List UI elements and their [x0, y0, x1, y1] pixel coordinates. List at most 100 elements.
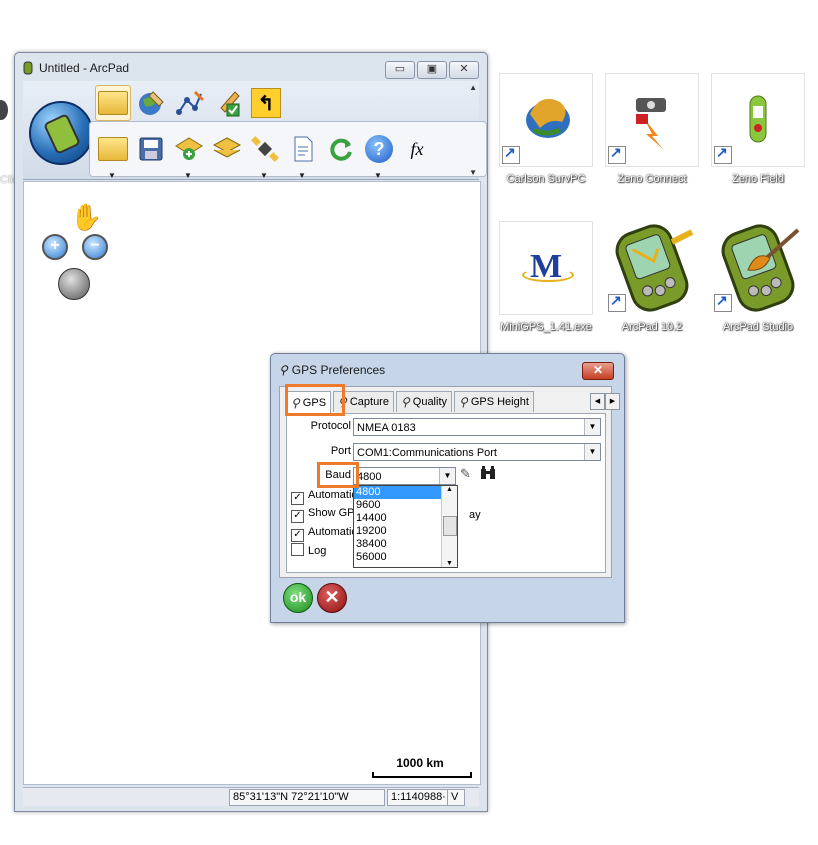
chevron-down-icon[interactable]: ▼	[184, 171, 192, 180]
baud-select[interactable]: 4800 ▼	[353, 467, 456, 485]
toolbar-scroll-up-icon[interactable]: ▲	[469, 83, 477, 92]
baud-value: 4800	[357, 471, 382, 483]
close-button[interactable]: ✕	[449, 61, 479, 79]
chevron-down-icon[interactable]: ▼	[260, 171, 268, 180]
scroll-down-icon[interactable]: ▼	[442, 560, 457, 567]
chevron-down-icon[interactable]: ▼	[108, 171, 116, 180]
checkbox-label: Automatic	[308, 489, 357, 501]
find-gps-binoculars-icon[interactable]	[479, 465, 497, 484]
shortcut-arrow-icon	[502, 144, 520, 164]
scale-bar-label: 1000 km	[396, 756, 444, 770]
baud-label: Baud	[325, 469, 351, 481]
gps-preferences-dialog[interactable]: ⚲ GPS Preferences ✕ ⚲ GPS ⚲ Capture ⚲ Qualit…	[270, 353, 625, 623]
checkbox-show-gps[interactable]: ✓ Show GPS	[291, 507, 362, 523]
toolbar-scroll-down-icon[interactable]: ▼	[469, 168, 477, 177]
undo-icon[interactable]: ↰	[249, 86, 283, 120]
port-value: COM1:Communications Port	[357, 447, 497, 459]
desktop-icon-arcpad[interactable]: ArcPad 10.2	[604, 221, 700, 333]
add-layer-icon[interactable]: ▼	[172, 132, 206, 180]
gps-debug-icon[interactable]: ✎	[460, 466, 471, 482]
ok-button[interactable]: ok	[283, 583, 313, 613]
checkbox-log[interactable]: Log	[291, 543, 326, 557]
document-icon[interactable]: ▼	[286, 132, 320, 180]
protocol-select[interactable]: NMEA 0183 ▼	[353, 418, 601, 436]
help-glyph: ?	[365, 135, 393, 163]
help-icon[interactable]: ? ▼	[362, 132, 396, 180]
pencil-check-icon[interactable]	[211, 86, 245, 120]
port-label: Port	[330, 445, 351, 457]
carlson-survpc-icon	[499, 73, 593, 167]
chevron-down-icon[interactable]: ▼	[374, 171, 382, 180]
tab-label: GPS Height	[470, 396, 529, 408]
arcpad-menu-orb[interactable]	[29, 101, 93, 165]
quality-tab-icon: ⚲	[400, 395, 410, 409]
fx-glyph: fx	[410, 138, 424, 159]
main-toolbar: ↰ ▼ ▼ ▼ ▼ ? ▼ fx ▲ ▼	[23, 81, 487, 180]
desktop-icon-carlson-survpc[interactable]: Carlson SurvPC	[498, 73, 594, 185]
scroll-up-icon[interactable]: ▲	[442, 486, 457, 493]
tab-gps-height[interactable]: ⚲ GPS Height	[454, 391, 534, 412]
dialog-title: GPS Preferences	[291, 363, 386, 377]
expression-icon[interactable]: fx	[400, 132, 434, 166]
shortcut-arrow-icon	[608, 144, 626, 164]
chevron-down-icon[interactable]: ▼	[584, 419, 600, 435]
status-extra: V	[447, 789, 465, 806]
dialog-title-area: ⚲ GPS Preferences	[279, 363, 385, 377]
dialog-body: ⚲ GPS ⚲ Capture ⚲ Quality ⚲ GPS Height ◀ ▶ Pr…	[279, 386, 620, 578]
checkbox-automatic-1[interactable]: ✓ Automatic	[291, 489, 357, 505]
desktop-icon-zeno-field[interactable]: Zeno Field	[710, 73, 806, 185]
scroll-thumb[interactable]	[443, 516, 457, 536]
zeno-connect-icon	[605, 73, 699, 167]
arcpad-studio-icon	[711, 221, 805, 315]
shortcut-arrow-icon	[608, 292, 626, 312]
shortcut-arrow-icon	[714, 144, 732, 164]
gps-satellite-icon: ⚲	[279, 363, 288, 377]
desktop-edge-icon[interactable]	[0, 100, 14, 120]
maximize-button[interactable]: ▣	[417, 61, 447, 79]
layers-icon[interactable]	[210, 132, 244, 166]
baud-dropdown-list[interactable]: 4800 9600 14400 19200 38400 56000 ▲ ▼	[353, 485, 458, 568]
checkbox-label: Automatic	[308, 526, 357, 538]
save-icon[interactable]	[134, 132, 168, 166]
tab-scroll-right-icon[interactable]: ▶	[605, 393, 620, 410]
arcpad-icon	[605, 221, 699, 315]
tab-capture[interactable]: ⚲ Capture	[333, 391, 394, 412]
tab-scroll-left-icon[interactable]: ◀	[590, 393, 605, 410]
desktop-icon-arcpad-studio[interactable]: ArcPad Studio	[710, 221, 806, 333]
toolbar-row-1: ↰	[95, 83, 283, 123]
gps-satellite-icon[interactable]: ▼	[248, 132, 282, 180]
tab-label: Quality	[412, 396, 448, 408]
tab-scroll-buttons: ◀ ▶	[590, 393, 620, 410]
tab-gps[interactable]: ⚲ GPS	[286, 391, 332, 414]
refresh-icon[interactable]	[324, 132, 358, 166]
window-title: Untitled - ArcPad	[39, 61, 130, 75]
desktop-edge-label: Clic	[0, 174, 14, 186]
dropdown-scrollbar[interactable]: ▲ ▼	[441, 486, 457, 567]
dialog-close-button[interactable]: ✕	[582, 362, 614, 380]
chevron-down-icon[interactable]: ▼	[584, 444, 600, 460]
desktop-icon-zeno-connect[interactable]: Zeno Connect	[604, 73, 700, 185]
tab-quality[interactable]: ⚲ Quality	[395, 391, 453, 412]
zoom-out-icon[interactable]: −	[82, 234, 108, 260]
port-select[interactable]: COM1:Communications Port ▼	[353, 443, 601, 461]
edit-vertices-icon[interactable]	[173, 86, 207, 120]
pan-hand-icon[interactable]: ✋	[70, 202, 102, 233]
folder-icon[interactable]	[95, 85, 131, 121]
desktop-icon-label: Zeno Connect	[617, 173, 687, 185]
protocol-label: Protocol	[310, 420, 351, 432]
map-scale-readout[interactable]: 1:1140988·	[387, 789, 453, 806]
full-extent-globe-icon[interactable]	[58, 268, 90, 300]
chevron-down-icon[interactable]: ▼	[298, 171, 306, 180]
chevron-down-icon[interactable]: ▼	[439, 468, 455, 484]
cancel-button[interactable]: ✕	[317, 583, 347, 613]
minimize-button[interactable]: ▭	[385, 61, 415, 79]
capture-tab-icon: ⚲	[338, 395, 347, 409]
checkbox-automatic-2[interactable]: ✓ Automatic	[291, 526, 357, 542]
open-folder-icon[interactable]: ▼	[96, 132, 130, 180]
desktop-icon-minigps[interactable]: M MiniGPS_1.41.exe	[498, 221, 594, 333]
arcpad-app-icon	[21, 61, 35, 75]
coordinates-readout: 85°31'13"N 72°21'10"W	[229, 789, 385, 806]
checkbox-label-tail: ay	[469, 509, 481, 521]
globe-edit-icon[interactable]	[135, 86, 169, 120]
zoom-in-icon[interactable]: +	[42, 234, 68, 260]
